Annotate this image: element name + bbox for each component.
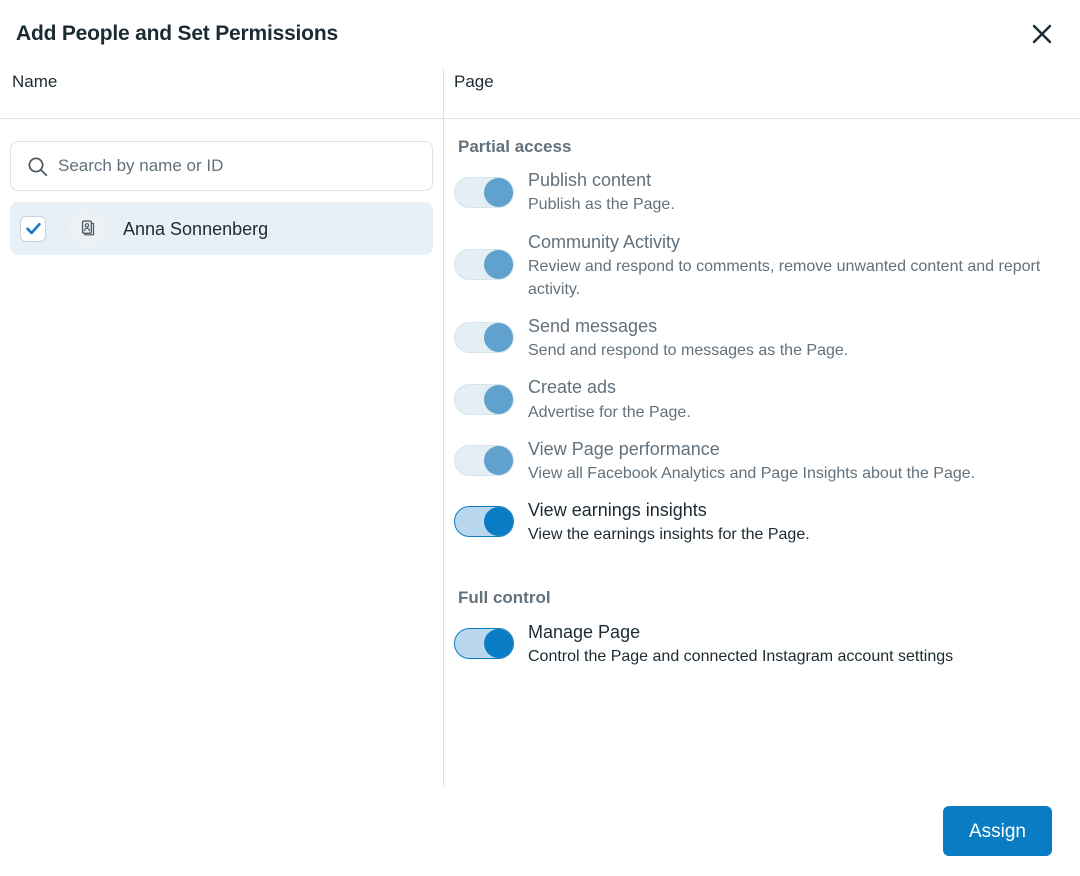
column-header-page: Page [444,68,1080,118]
search-input[interactable] [58,156,432,176]
group-title-full-control: Full control [454,588,1070,608]
permission-label: Community Activity [528,232,680,252]
list-item[interactable]: Anna Sonnenberg [10,202,433,255]
close-icon [1031,23,1053,45]
search-icon [27,156,48,177]
permission-label: Create ads [528,377,616,397]
people-pane: Anna Sonnenberg [0,119,444,786]
toggle-community-activity[interactable] [454,249,514,280]
permission-label: View earnings insights [528,500,707,520]
permission-description: Advertise for the Page. [528,404,691,421]
permission-text: View earnings insights View the earnings… [528,497,1070,546]
permission-text: Publish content Publish as the Page. [528,167,1070,216]
toggle-publish-content[interactable] [454,177,514,208]
permission-label: Send messages [528,316,657,336]
permission-description: Send and respond to messages as the Page… [528,342,848,359]
permission-row-view-page-performance[interactable]: View Page performance View all Facebook … [454,436,1070,485]
person-checkbox[interactable] [20,216,46,242]
permission-row-create-ads[interactable]: Create ads Advertise for the Page. [454,374,1070,423]
dialog-footer: Assign [0,786,1080,876]
page-title: Add People and Set Permissions [16,21,338,46]
permission-text: Manage Page Control the Page and connect… [528,619,1070,668]
column-header-name-label: Name [12,72,57,92]
toggle-knob [484,507,513,536]
permission-row-view-earnings-insights[interactable]: View earnings insights View the earnings… [454,497,1070,546]
permission-text: Send messages Send and respond to messag… [528,313,1070,362]
toggle-knob [484,446,513,475]
permission-label: View Page performance [528,439,720,459]
add-people-permissions-dialog: Add People and Set Permissions Name Page [0,0,1080,876]
dialog-body: Anna Sonnenberg Partial access Publish c… [0,119,1080,786]
toggle-knob [484,178,513,207]
group-title-partial-access: Partial access [454,137,1070,157]
permission-text: Create ads Advertise for the Page. [528,374,1070,423]
permission-text: Community Activity Review and respond to… [528,229,1070,301]
column-header-name: Name [0,68,444,118]
permission-description: Publish as the Page. [528,196,675,213]
dialog-header: Add People and Set Permissions [0,0,1080,68]
column-header-page-label: Page [454,72,494,92]
permission-description: Review and respond to comments, remove u… [528,258,1040,298]
assign-button[interactable]: Assign [943,806,1052,856]
permission-row-manage-page[interactable]: Manage Page Control the Page and connect… [454,619,1070,668]
toggle-view-page-performance[interactable] [454,445,514,476]
toggle-knob [484,250,513,279]
permission-description: Control the Page and connected Instagram… [528,648,953,665]
permission-text: View Page performance View all Facebook … [528,436,1070,485]
close-button[interactable] [1024,16,1060,52]
toggle-knob [484,629,513,658]
permissions-scroll-area[interactable]: Partial access Publish content Publish a… [454,137,1070,786]
toggle-create-ads[interactable] [454,384,514,415]
permission-description: View all Facebook Analytics and Page Ins… [528,465,975,482]
permission-row-publish-content[interactable]: Publish content Publish as the Page. [454,167,1070,216]
permission-label: Manage Page [528,622,640,642]
toggle-send-messages[interactable] [454,322,514,353]
toggle-manage-page[interactable] [454,628,514,659]
permission-label: Publish content [528,170,651,190]
permission-row-send-messages[interactable]: Send messages Send and respond to messag… [454,313,1070,362]
search-box[interactable] [10,141,433,191]
person-name: Anna Sonnenberg [123,220,268,238]
permission-description: View the earnings insights for the Page. [528,526,810,543]
column-headers: Name Page [0,68,1080,119]
toggle-knob [484,323,513,352]
toggle-knob [484,385,513,414]
avatar [68,211,104,247]
toggle-view-earnings-insights[interactable] [454,506,514,537]
permissions-pane: Partial access Publish content Publish a… [444,119,1080,786]
permission-row-community-activity[interactable]: Community Activity Review and respond to… [454,229,1070,301]
